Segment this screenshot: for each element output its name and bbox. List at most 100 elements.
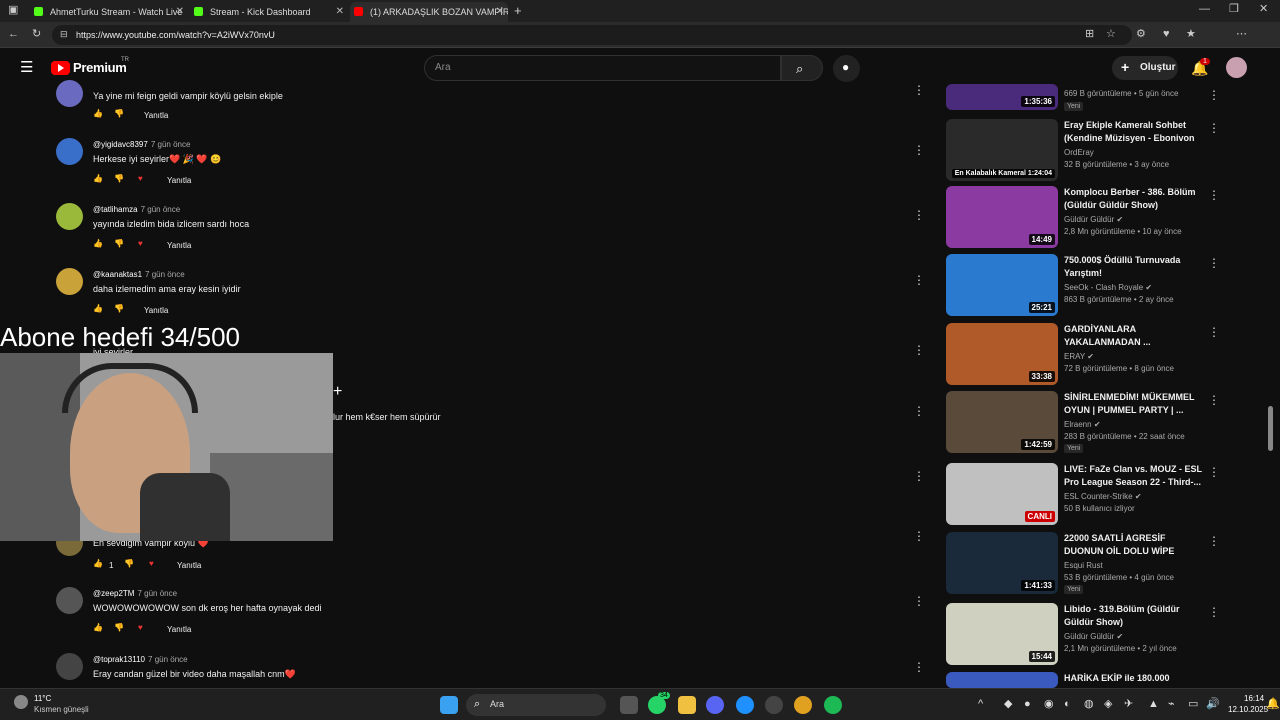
related-video[interactable]: HARİKA EKİP ile 180.000 [946, 672, 1266, 688]
video-menu-icon[interactable]: ⋮ [1208, 393, 1220, 407]
video-channel[interactable]: Esqui Rust [1064, 561, 1103, 570]
tray-app-icon[interactable]: ● [1024, 699, 1031, 710]
video-menu-icon[interactable]: ⋮ [1208, 325, 1220, 339]
notification-center-icon[interactable]: 🔔 [1266, 699, 1280, 710]
video-channel[interactable]: SeeOk - Clash Royale ✔ [1064, 283, 1152, 292]
video-channel[interactable]: Güldür Güldür ✔ [1064, 632, 1123, 641]
comment-author[interactable]: @tatlihamza 7 gün önce [93, 205, 180, 214]
tray-app-icon[interactable]: ◍ [1084, 699, 1094, 710]
related-video[interactable]: En Kalabalık Kameral 1:24:04 Eray Ekiple… [946, 119, 1266, 183]
create-button[interactable]: + Oluştur [1112, 56, 1178, 80]
like-icon[interactable]: 👍 [93, 174, 103, 183]
reply-button[interactable]: Yanıtla [167, 176, 191, 185]
related-video[interactable]: 1:41:33 22000 SAATLİ AGRESİF DUONUN OİL … [946, 532, 1266, 596]
video-menu-icon[interactable]: ⋮ [1208, 605, 1220, 619]
minimize-icon[interactable]: — [1199, 4, 1210, 15]
avatar[interactable] [56, 653, 83, 680]
video-title[interactable]: HARİKA EKİP ile 180.000 [1064, 672, 1204, 685]
video-title[interactable]: 22000 SAATLİ AGRESİF DUONUN OİL DOLU WİP… [1064, 532, 1204, 558]
taskbar-search[interactable]: ⌕ Ara [466, 694, 606, 716]
like-icon[interactable]: 👍 [93, 623, 103, 632]
avatar[interactable] [56, 268, 83, 295]
related-video[interactable]: 15:44 Libido - 319.Bölüm (Güldür Güldür … [946, 603, 1266, 667]
video-menu-icon[interactable]: ⋮ [1208, 121, 1220, 135]
video-thumbnail[interactable]: CANLI [946, 463, 1058, 525]
comment-author[interactable]: @zeep2TM 7 gün önce [93, 589, 177, 598]
video-channel[interactable]: ESL Counter-Strike ✔ [1064, 492, 1142, 501]
menu-icon[interactable]: ☰ [20, 60, 33, 75]
avatar[interactable] [56, 80, 83, 107]
video-channel[interactable]: ERAY ✔ [1064, 352, 1094, 361]
volume-icon[interactable]: 🔊 [1206, 699, 1220, 710]
discord-icon[interactable] [706, 696, 724, 714]
related-video[interactable]: 25:21 750.000$ Ödüllü Turnuvada Yarıştım… [946, 254, 1266, 318]
dislike-icon[interactable]: 👎 [114, 304, 124, 313]
clock-date[interactable]: 12.10.2025 [1228, 705, 1268, 714]
logo-text[interactable]: Premium [73, 60, 127, 75]
avatar[interactable] [56, 587, 83, 614]
chrome-icon[interactable] [794, 696, 812, 714]
weather-text[interactable]: Kısmen güneşli [34, 705, 89, 714]
video-menu-icon[interactable]: ⋮ [1208, 256, 1220, 270]
url-input[interactable]: ⊟ https://www.youtube.com/watch?v=A2iWVx… [52, 25, 1132, 45]
avatar[interactable] [56, 203, 83, 230]
page-scrollbar[interactable] [1268, 406, 1273, 451]
site-info-icon[interactable]: ⊟ [60, 30, 68, 39]
collections-icon[interactable]: ★ [1186, 29, 1196, 40]
video-thumbnail[interactable]: 33:38 [946, 323, 1058, 385]
related-video[interactable]: 1:42:59 SİNİRLENMEDİM! MÜKEMMEL OYUN | P… [946, 391, 1266, 455]
spotify-icon[interactable] [824, 696, 842, 714]
new-tab-button[interactable]: + [514, 4, 522, 17]
tray-expand-icon[interactable]: ^ [978, 699, 983, 710]
video-thumbnail[interactable]: 1:41:33 [946, 532, 1058, 594]
like-icon[interactable]: 👍 [93, 559, 103, 568]
close-tab-icon[interactable]: ✕ [496, 2, 504, 22]
clock-time[interactable]: 16:14 [1244, 694, 1264, 703]
video-channel[interactable]: Elraenn ✔ [1064, 420, 1101, 429]
performance-icon[interactable]: ♥ [1163, 29, 1170, 40]
maximize-icon[interactable]: ❐ [1229, 4, 1239, 15]
related-video[interactable]: 14:49 Komplocu Berber - 386. Bölüm (Güld… [946, 186, 1266, 250]
comment-menu-icon[interactable]: ⋮ [913, 274, 925, 286]
tab-youtube[interactable]: (1) ARKADAŞLIK BOZAN VAMPİR ✕ [350, 2, 508, 22]
reply-button[interactable]: Yanıtla [144, 111, 168, 120]
like-icon[interactable]: 👍 [93, 239, 103, 248]
dislike-icon[interactable]: 👎 [114, 623, 124, 632]
video-thumbnail[interactable]: 1:35:36 [946, 84, 1058, 110]
comment-author[interactable]: @yigidavc8397 7 gün önce [93, 140, 190, 149]
reply-button[interactable]: Yanıtla [167, 625, 191, 634]
video-menu-icon[interactable]: ⋮ [1208, 534, 1220, 548]
comment-menu-icon[interactable]: ⋮ [913, 470, 925, 482]
dislike-icon[interactable]: 👎 [114, 109, 124, 118]
video-title[interactable]: Libido - 319.Bölüm (Güldür Güldür Show) [1064, 603, 1204, 629]
network-icon[interactable]: ▭ [1188, 699, 1198, 710]
comment-menu-icon[interactable]: ⋮ [913, 661, 925, 673]
search-input[interactable]: Ara [424, 55, 781, 81]
video-menu-icon[interactable]: ⋮ [1208, 188, 1220, 202]
task-view-icon[interactable] [620, 696, 638, 714]
extensions-icon[interactable]: ⚙ [1136, 29, 1146, 40]
file-explorer-icon[interactable] [678, 696, 696, 714]
dislike-icon[interactable]: 👎 [114, 239, 124, 248]
weather-icon[interactable] [14, 695, 28, 709]
comment-menu-icon[interactable]: ⋮ [913, 595, 925, 607]
dislike-icon[interactable]: 👎 [114, 174, 124, 183]
usb-icon[interactable]: ⌁ [1168, 699, 1175, 710]
video-title[interactable]: Komplocu Berber - 386. Bölüm (Güldür Gül… [1064, 186, 1204, 212]
video-channel[interactable]: OrdEray [1064, 148, 1094, 157]
video-thumbnail[interactable] [946, 672, 1058, 688]
video-menu-icon[interactable]: ⋮ [1208, 88, 1220, 102]
tray-app-icon[interactable]: ◆ [1004, 699, 1012, 710]
search-button[interactable]: ⌕ [781, 55, 823, 81]
video-title[interactable]: Eray Ekiple Kameralı Sohbet (Kendine Müz… [1064, 119, 1204, 145]
tray-app-icon[interactable]: ◐ [1064, 699, 1071, 710]
obs-icon[interactable] [765, 696, 783, 714]
edge-icon[interactable] [736, 696, 754, 714]
comment-menu-icon[interactable]: ⋮ [913, 84, 925, 96]
video-thumbnail[interactable]: 15:44 [946, 603, 1058, 665]
tab-kick-watch[interactable]: AhmetTurku Stream - Watch Live ✕ [30, 2, 188, 22]
video-menu-icon[interactable]: ⋮ [1208, 465, 1220, 479]
reply-button[interactable]: Yanıtla [167, 241, 191, 250]
favorite-icon[interactable]: ☆ [1106, 29, 1116, 40]
tray-app-icon[interactable]: ◈ [1104, 699, 1112, 710]
